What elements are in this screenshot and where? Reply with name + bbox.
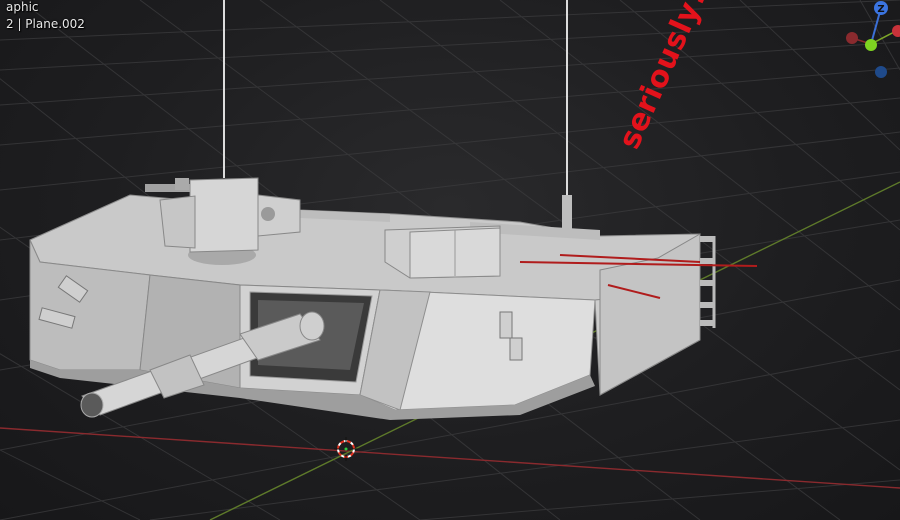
3d-viewport[interactable]: aphic 2 | Plane.002 seriously!? Z <box>0 0 900 520</box>
neg-x-axis-icon[interactable] <box>846 32 858 44</box>
y-axis-icon[interactable] <box>865 39 877 51</box>
viewport-overlay-object: 2 | Plane.002 <box>6 17 85 31</box>
z-axis-label: Z <box>877 4 884 15</box>
navigation-gizmo[interactable]: Z <box>838 0 900 82</box>
3d-cursor-icon[interactable] <box>334 437 358 461</box>
x-axis-line <box>0 427 900 489</box>
viewport-scene[interactable] <box>0 0 900 520</box>
x-axis-icon[interactable] <box>892 25 900 37</box>
neg-y-axis-icon[interactable] <box>875 66 887 78</box>
tank-turret-model[interactable] <box>29 177 758 420</box>
viewport-overlay-mode: aphic <box>6 0 39 14</box>
